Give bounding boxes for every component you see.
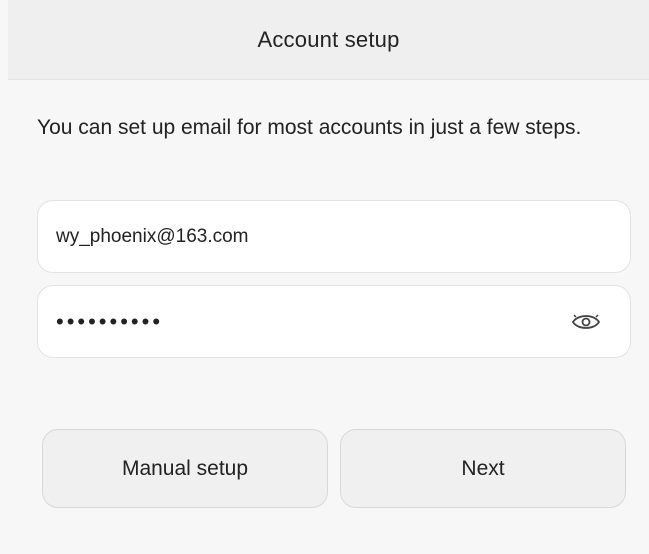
account-setup-screen: Account setup You can set up email for m…	[0, 0, 649, 554]
eye-icon-graphic	[571, 314, 601, 329]
password-field[interactable]: ••••••••••	[37, 285, 631, 358]
email-field[interactable]: wy_phoenix@163.com	[37, 200, 631, 273]
page-title: Account setup	[257, 26, 400, 52]
next-button[interactable]: Next	[340, 429, 626, 508]
password-value[interactable]: ••••••••••	[38, 309, 566, 335]
header-bar: Account setup	[8, 0, 649, 80]
intro-text: You can set up email for most accounts i…	[37, 116, 582, 139]
manual-setup-button[interactable]: Manual setup	[42, 429, 328, 508]
email-value[interactable]: wy_phoenix@163.com	[38, 226, 630, 248]
eye-icon[interactable]	[566, 302, 606, 342]
setup-content: You can set up email for most accounts i…	[8, 80, 649, 554]
